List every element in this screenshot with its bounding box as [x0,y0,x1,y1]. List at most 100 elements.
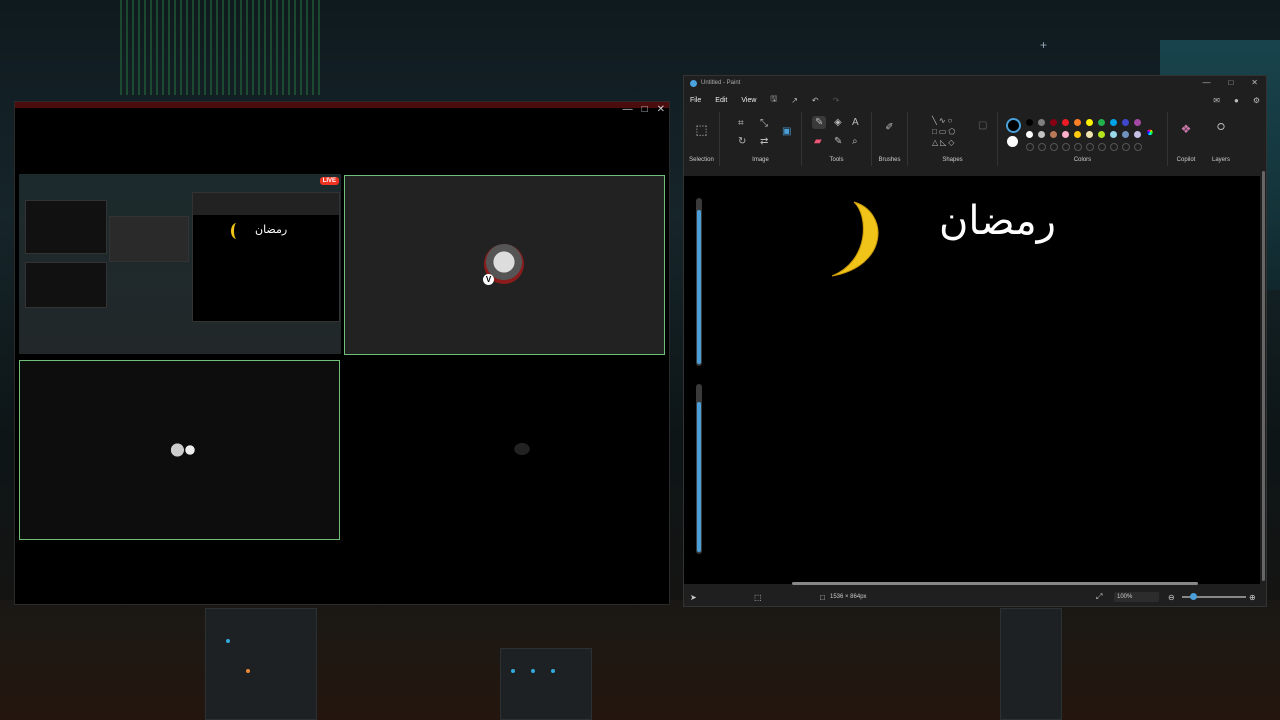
selection-group[interactable]: ⬚ Selection [684,112,720,166]
group-label: Brushes [878,157,901,163]
text-icon[interactable]: A [852,117,859,128]
feedback-icon[interactable]: ✉ [1213,96,1220,105]
crop-icon[interactable]: ⌗ [738,118,744,129]
undo-icon[interactable]: ↶ [812,96,819,105]
minimize-button[interactable]: — [623,104,633,115]
color-swatch[interactable] [1026,119,1033,126]
color-swatch[interactable] [1134,119,1141,126]
paint-window[interactable]: Untitled - Paint — □ ✕ File Edit View 🖫 … [683,75,1267,607]
opacity-slider[interactable] [696,384,702,554]
participant-tile[interactable] [344,360,665,540]
title-bar[interactable] [15,102,669,108]
color-swatch[interactable] [1098,119,1105,126]
menu-edit[interactable]: Edit [715,97,727,104]
background-server-rack [205,608,317,720]
custom-color-slot[interactable] [1134,143,1142,151]
menu-bar: File Edit View 🖫 ↗ ↶ ↷ ✉ ● ⚙ [684,90,1266,110]
custom-color-slot[interactable] [1086,143,1094,151]
color-swatch[interactable] [1086,119,1093,126]
custom-color-slot[interactable] [1110,143,1118,151]
colors-group[interactable]: ● Colors [998,112,1168,166]
brush-icon[interactable]: ✐ [885,122,893,133]
fill-bucket-icon[interactable]: ◈ [834,117,842,128]
screen-share-tile[interactable]: LIVE رمضان [19,174,341,354]
color-swatch[interactable] [1074,131,1081,138]
flip-icon[interactable]: ⇄ [760,136,768,147]
pencil-icon[interactable]: ✎ [812,116,827,129]
zoom-slider[interactable] [1182,593,1246,600]
selection-rect-icon[interactable]: ⬚ [695,122,707,138]
menu-view[interactable]: View [741,97,756,104]
custom-color-slot[interactable] [1038,143,1046,151]
minimize-button[interactable]: — [1202,78,1210,87]
participant-tile[interactable] [19,360,340,540]
tools-group[interactable]: ✎ ◈ A ▰ ✎ ⌕ Tools [802,112,872,166]
shapes-triangle-icon[interactable]: △◺◇ [932,138,956,147]
participant-tile[interactable]: V [344,175,665,355]
color-swatch[interactable] [1026,131,1033,138]
zoom-select[interactable]: 100% [1114,592,1159,602]
color-swatch[interactable] [1122,131,1129,138]
copilot-icon[interactable]: ❖ [1181,122,1192,136]
shapes-rect-icon[interactable]: □▭⬠ [932,127,957,136]
resize-icon[interactable]: ⤡ [760,118,768,129]
eraser-icon[interactable]: ▰ [814,136,822,147]
custom-color-slot[interactable] [1026,143,1034,151]
redo-icon[interactable]: ↷ [833,96,840,105]
color-swatch[interactable] [1062,131,1069,138]
custom-color-slot[interactable] [1062,143,1070,151]
close-button[interactable]: ✕ [1251,78,1258,87]
custom-color-slot[interactable] [1074,143,1082,151]
color-swatch[interactable] [1110,119,1117,126]
custom-color-slot[interactable] [1122,143,1130,151]
magnifier-icon[interactable]: ⌕ [852,136,858,147]
color-swatch[interactable] [1098,131,1105,138]
shapes-group[interactable]: ╲∿○ □▭⬠ △◺◇ ▢ Shapes [908,112,998,166]
settings-gear-icon[interactable]: ⚙ [1253,96,1260,105]
custom-color-slot[interactable] [1098,143,1106,151]
shape-outline-icon[interactable]: ▢ [978,120,987,131]
brush-size-slider[interactable] [696,198,702,366]
maximize-button[interactable]: □ [1228,78,1233,87]
color-swatch[interactable] [1062,119,1069,126]
account-icon[interactable]: ● [1234,96,1239,105]
menu-file[interactable]: File [690,97,701,104]
brushes-group[interactable]: ✐ Brushes [872,112,908,166]
zoom-in-icon[interactable]: ⊕ [1249,593,1256,602]
fit-to-window-icon[interactable]: ⤢ [1096,592,1102,602]
rotate-icon[interactable]: ↻ [738,136,746,147]
color-swatch[interactable] [1050,119,1057,126]
call-window[interactable]: — □ ✕ LIVE رمضان V [14,101,670,605]
color-swatch[interactable] [1110,131,1117,138]
layers-group[interactable]: ⭘ Layers [1204,112,1238,166]
color-swatch[interactable] [1086,131,1093,138]
color-swatch[interactable] [1050,131,1057,138]
title-bar[interactable]: Untitled - Paint [684,76,1266,90]
zoom-value: 100% [1117,594,1133,600]
secondary-color-swatch[interactable] [1007,136,1018,147]
save-icon[interactable]: 🖫 [770,93,777,107]
custom-color-slot[interactable] [1050,143,1058,151]
color-picker-icon[interactable]: ✎ [834,136,842,147]
image-remove-bg-icon[interactable]: ▣ [782,126,791,137]
share-icon[interactable]: ↗ [791,96,798,105]
color-swatch[interactable] [1074,119,1081,126]
edit-colors-icon[interactable]: ● [1146,124,1154,139]
color-swatch[interactable] [1134,131,1141,138]
layers-icon[interactable]: ⭘ [1217,122,1225,133]
drawing-canvas[interactable]: رمضان [684,176,1260,584]
maximize-button[interactable]: □ [642,104,648,115]
shapes-line-icon[interactable]: ╲∿○ [932,116,954,125]
horizontal-scrollbar[interactable] [792,582,1198,585]
color-swatch[interactable] [1038,131,1045,138]
paint-logo-icon [690,79,697,87]
zoom-out-icon[interactable]: ⊖ [1168,593,1175,602]
copilot-group[interactable]: ❖ Copilot [1168,112,1204,166]
primary-color-swatch[interactable] [1006,118,1021,133]
color-swatch[interactable] [1038,119,1045,126]
image-group[interactable]: ⌗ ⤡ ↻ ⇄ ▣ Image [720,112,802,166]
close-button[interactable]: ✕ [657,104,665,115]
color-swatch[interactable] [1122,119,1129,126]
vertical-scrollbar[interactable] [1262,171,1265,581]
mini-paint-window: رمضان [192,192,340,322]
